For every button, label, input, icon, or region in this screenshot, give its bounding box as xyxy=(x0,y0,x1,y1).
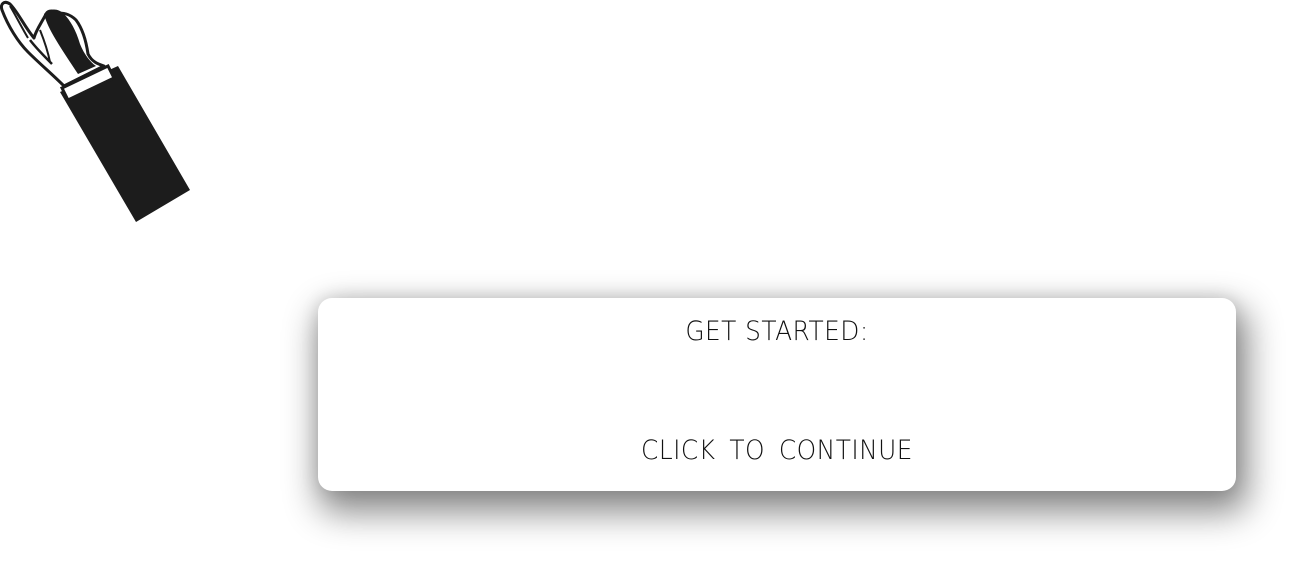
card-title: GET STARTED: xyxy=(685,316,869,347)
pointing-hand-icon xyxy=(0,0,190,222)
get-started-card[interactable]: GET STARTED: CLICK TO CONTINUE xyxy=(318,298,1236,491)
page: GET STARTED: CLICK TO CONTINUE xyxy=(0,0,1312,566)
continue-button[interactable]: CLICK TO CONTINUE xyxy=(355,435,1200,466)
